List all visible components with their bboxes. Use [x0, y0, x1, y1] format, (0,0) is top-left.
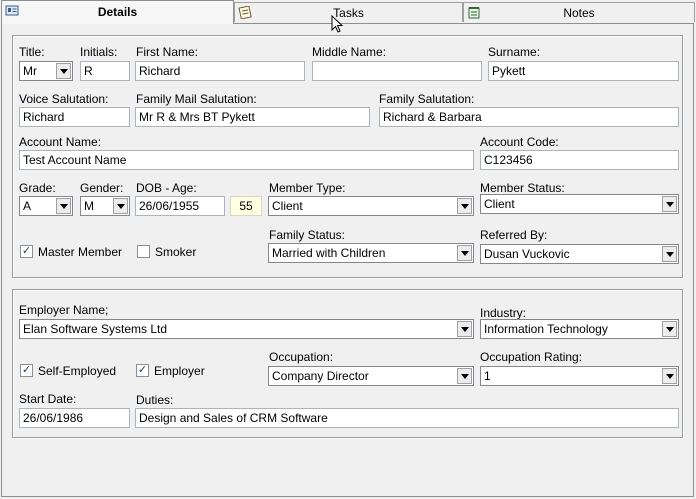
chevron-down-icon: [461, 327, 469, 332]
occupation-rating-dropdown-button[interactable]: [662, 368, 677, 384]
member-type-label: Member Type:: [269, 181, 346, 195]
member-status-label: Member Status:: [480, 181, 565, 195]
first-name-label: First Name:: [136, 45, 199, 59]
occupation-rating-select[interactable]: 1: [480, 366, 679, 386]
dob-age-label: DOB - Age:: [136, 181, 197, 195]
chevron-down-icon: [666, 327, 674, 332]
industry-label: Industry:: [480, 306, 527, 320]
self-employed-label: Self-Employed: [38, 364, 117, 378]
chevron-down-icon: [60, 204, 68, 209]
occupation-label: Occupation:: [269, 350, 334, 364]
referred-by-dropdown-button[interactable]: [662, 246, 677, 262]
mouse-cursor-icon: [331, 15, 343, 33]
duties-field[interactable]: Design and Sales of CRM Software: [135, 408, 679, 428]
voice-salutation-label: Voice Salutation:: [19, 92, 109, 106]
gender-select[interactable]: M: [80, 196, 130, 216]
age-field: 55: [230, 196, 262, 216]
grade-dropdown-button[interactable]: [56, 198, 71, 214]
contact-details-window: { "tabs": [ {"label": "Details", "icon":…: [0, 0, 696, 499]
self-employed-checkbox[interactable]: ✓: [20, 364, 33, 377]
middle-name-field[interactable]: [312, 61, 482, 81]
voice-salutation-field[interactable]: Richard: [19, 107, 130, 127]
member-type-select[interactable]: Client: [268, 196, 474, 216]
account-code-field[interactable]: C123456: [480, 150, 679, 170]
first-name-field[interactable]: Richard: [135, 61, 305, 81]
tab-details-label: Details: [97, 5, 138, 19]
account-code-label: Account Code:: [480, 135, 559, 149]
chevron-down-icon: [461, 204, 469, 209]
chevron-down-icon: [666, 252, 674, 257]
chevron-down-icon: [666, 202, 674, 207]
dob-field[interactable]: 26/06/1955: [135, 196, 225, 216]
gender-dropdown-button[interactable]: [113, 198, 128, 214]
surname-label: Surname:: [488, 45, 541, 59]
employer-name-select[interactable]: Elan Software Systems Ltd: [19, 319, 474, 339]
initials-label: Initials:: [80, 45, 118, 59]
industry-select[interactable]: Information Technology: [480, 319, 679, 339]
master-member-label: Master Member: [38, 245, 123, 259]
chevron-down-icon: [461, 251, 469, 256]
tab-tasks[interactable]: Tasks: [234, 2, 463, 22]
employer-name-label: Employer Name;: [19, 303, 109, 317]
employer-name-dropdown-button[interactable]: [457, 321, 472, 337]
surname-field[interactable]: Pykett: [488, 61, 679, 81]
start-date-field[interactable]: 26/06/1986: [19, 408, 130, 428]
family-salutation-field[interactable]: Richard & Barbara: [379, 107, 679, 127]
member-type-dropdown-button[interactable]: [457, 198, 472, 214]
start-date-label: Start Date:: [19, 392, 77, 406]
member-status-select[interactable]: Client: [480, 194, 679, 214]
title-dropdown-button[interactable]: [56, 63, 71, 79]
grade-label: Grade:: [19, 181, 56, 195]
smoker-checkbox[interactable]: [137, 245, 150, 258]
member-status-dropdown-button[interactable]: [662, 196, 677, 212]
family-salutation-label: Family Salutation:: [379, 92, 475, 106]
duties-label: Duties:: [136, 393, 174, 407]
family-status-label: Family Status:: [269, 228, 346, 242]
initials-field[interactable]: R: [80, 61, 130, 81]
family-mail-salutation-field[interactable]: Mr R & Mrs BT Pykett: [135, 107, 370, 127]
occupation-dropdown-button[interactable]: [457, 368, 472, 384]
title-select[interactable]: Mr: [19, 61, 73, 81]
smoker-label: Smoker: [155, 245, 197, 259]
chevron-down-icon: [461, 374, 469, 379]
chevron-down-icon: [666, 374, 674, 379]
tab-details[interactable]: Details: [1, 0, 234, 24]
family-mail-salutation-label: Family Mail Salutation:: [136, 92, 257, 106]
referred-by-select[interactable]: Dusan Vuckovic: [480, 244, 679, 264]
gender-label: Gender:: [80, 181, 124, 195]
industry-dropdown-button[interactable]: [662, 321, 677, 337]
middle-name-label: Middle Name:: [312, 45, 387, 59]
occupation-select[interactable]: Company Director: [268, 366, 474, 386]
tab-notes-label: Notes: [563, 6, 595, 20]
family-status-dropdown-button[interactable]: [457, 245, 472, 261]
grade-select[interactable]: A: [19, 196, 73, 216]
tab-tasks-label: Tasks: [333, 6, 364, 20]
title-label: Title:: [19, 45, 45, 59]
chevron-down-icon: [60, 69, 68, 74]
account-name-field[interactable]: Test Account Name: [19, 150, 474, 170]
tab-notes[interactable]: Notes: [463, 2, 695, 22]
employer-label: Employer: [154, 364, 205, 378]
employer-checkbox[interactable]: ✓: [136, 364, 149, 377]
family-status-select[interactable]: Married with Children: [268, 243, 474, 263]
chevron-down-icon: [117, 204, 125, 209]
occupation-rating-label: Occupation Rating:: [480, 350, 583, 364]
referred-by-label: Referred By:: [480, 228, 548, 242]
master-member-checkbox[interactable]: ✓: [20, 245, 33, 258]
account-name-label: Account Name:: [19, 135, 102, 149]
